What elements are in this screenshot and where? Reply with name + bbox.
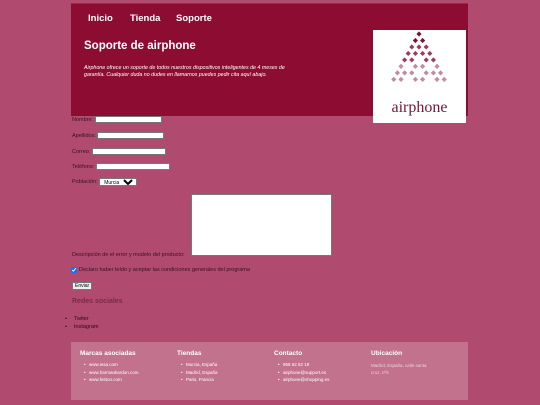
footer-col-tiendas: Tiendas Murcia, España Madrid, España Pa… <box>177 350 218 385</box>
logo-diamond <box>405 50 411 57</box>
logo-diamond <box>430 70 436 76</box>
nav-link-inicio[interactable]: Inicio <box>88 13 113 24</box>
telefono-label: Teléfono: <box>72 163 95 170</box>
apellidos-label: Apellidos: <box>72 132 96 139</box>
logo-diamond <box>416 44 422 50</box>
poblacion-select[interactable]: Murcia <box>99 178 138 186</box>
logo-diamond <box>423 70 429 76</box>
logo-diamond <box>391 76 397 82</box>
footer-link[interactable]: www.iesa.com <box>84 362 139 367</box>
footer-heading-marcas: Marcas asociadas <box>80 350 136 357</box>
brand-logo: airphone <box>373 30 466 123</box>
footer-store: Paris, Francia <box>181 377 218 382</box>
logo-diamond <box>416 31 422 37</box>
terms-label: Declaro haber leído y aceptar las condic… <box>79 267 250 273</box>
logo-diamond <box>412 76 418 82</box>
top-nav: Inicio Tienda Soporte <box>71 3 468 32</box>
logo-diamond <box>430 57 436 63</box>
logo-diamond <box>398 63 404 69</box>
correo-row: Correo: <box>72 148 166 155</box>
logo-diamond <box>420 63 426 69</box>
poblacion-row: Población: Murcia <box>72 178 138 186</box>
social-title: Redes sociales <box>72 298 123 305</box>
nombre-row: Nombre: <box>72 116 162 123</box>
page-title: Soporte de airphone <box>84 40 196 52</box>
logo-diamond <box>423 44 429 50</box>
logo-diamond <box>412 37 418 44</box>
footer-col-marcas: Marcas asociadas www.iesa.com www.harman… <box>80 350 139 385</box>
logo-diamond <box>420 76 426 82</box>
social-item-instagram[interactable]: Instagram <box>65 324 99 330</box>
footer-link[interactable]: www.harmankardon.com <box>84 370 138 375</box>
submit-button[interactable]: Enviar <box>72 282 93 290</box>
logo-diamond <box>409 44 415 50</box>
footer-address: Madrid, España, calle santa cruz, nº6 <box>371 363 427 375</box>
social-list: Twiter Instagram <box>65 316 99 332</box>
logo-diamond <box>441 76 447 82</box>
poblacion-label: Población: <box>72 179 98 185</box>
footer-heading-ubicacion: Ubicación <box>371 350 403 357</box>
logo-diamond <box>438 70 444 76</box>
hero-description: Airphone ofrece un soporte de todos nues… <box>84 65 285 78</box>
footer-contact[interactable]: airphone@shopping.es <box>278 377 329 382</box>
logo-diamond <box>398 76 404 82</box>
footer-col-contacto: Contacto 968 62 62 19 airphone@support.e… <box>274 350 329 385</box>
descripcion-label: Descripción de el error y modelo del pro… <box>72 252 185 258</box>
logo-diamond <box>409 57 415 63</box>
logo-diamond <box>434 63 440 69</box>
page: Inicio Tienda Soporte Soporte de airphon… <box>65 0 468 405</box>
apellidos-row: Apellidos: <box>72 132 165 139</box>
footer-store: Murcia, España <box>181 362 218 367</box>
footer-col-ubicacion: Ubicación Madrid, España, calle santa cr… <box>371 350 431 376</box>
logo-diamond <box>409 70 415 76</box>
logo-diamond <box>420 37 426 44</box>
logo-diamond-mark <box>391 31 447 82</box>
logo-diamond <box>402 57 408 63</box>
footer-heading-tiendas: Tiendas <box>177 350 202 357</box>
logo-diamond <box>420 50 426 57</box>
footer-contact[interactable]: 968 62 62 19 <box>278 362 329 367</box>
nombre-label: Nombre: <box>72 116 94 123</box>
logo-diamond <box>412 50 418 57</box>
logo-diamond <box>394 70 400 76</box>
descripcion-row: Descripción de el error y modelo del pro… <box>72 252 185 258</box>
terms-row: Declaro haber leído y aceptar las condic… <box>79 267 250 273</box>
footer-link[interactable]: www.feitton.com <box>84 377 139 382</box>
footer-contact[interactable]: airphone@support.es <box>278 370 329 375</box>
logo-text: airphone <box>391 99 448 116</box>
logo-diamond <box>434 76 440 82</box>
logo-diamond <box>402 70 408 76</box>
nombre-field[interactable] <box>94 116 162 123</box>
footer-store: Madrid, España <box>181 370 217 375</box>
description-textarea[interactable] <box>191 194 332 256</box>
correo-label: Correo: <box>72 148 91 155</box>
social-item-twiter[interactable]: Twiter <box>65 316 98 322</box>
logo-diamond <box>423 57 429 63</box>
logo-diamond <box>412 63 418 69</box>
footer: Marcas asociadas www.iesa.com www.harman… <box>71 342 468 400</box>
nav-link-tienda[interactable]: Tienda <box>130 13 160 24</box>
phone-field[interactable] <box>95 163 170 170</box>
footer-heading-contacto: Contacto <box>274 350 303 357</box>
logo-diamond <box>427 50 433 57</box>
nav-link-soporte[interactable]: Soporte <box>176 13 212 24</box>
terms-checkbox[interactable] <box>71 267 77 273</box>
apellidos-field[interactable] <box>97 132 165 139</box>
telefono-row: Teléfono: <box>72 163 170 170</box>
email-field[interactable] <box>91 148 166 155</box>
